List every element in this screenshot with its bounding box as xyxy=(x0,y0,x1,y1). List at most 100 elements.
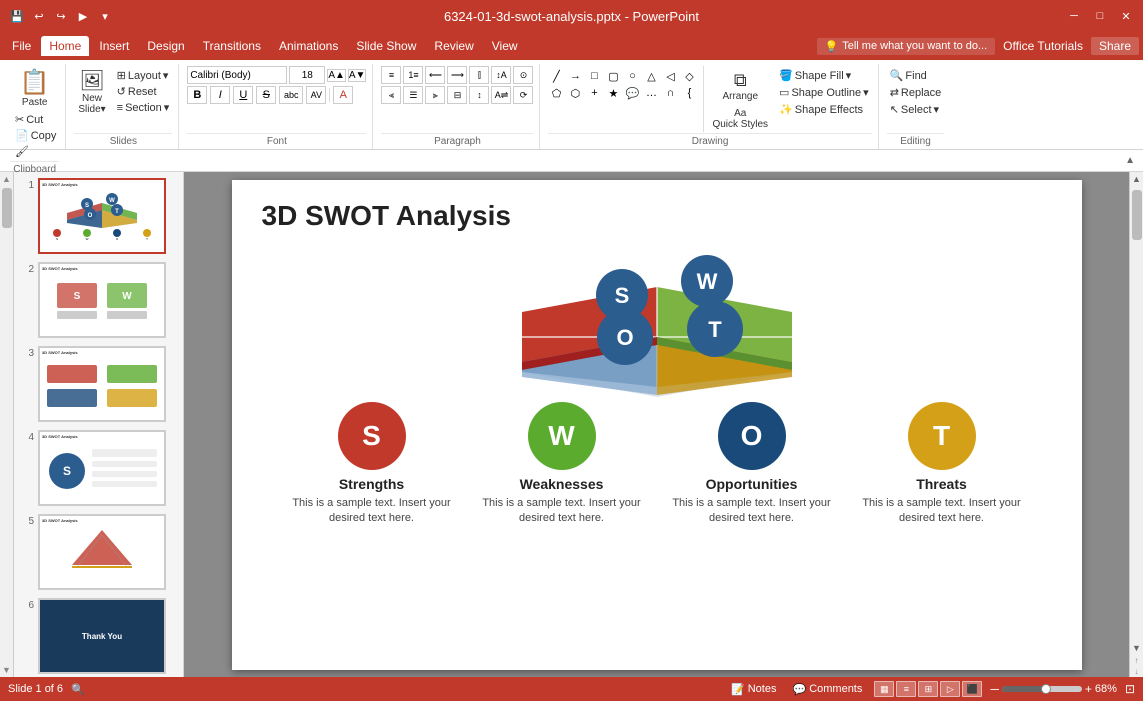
smart-art-btn[interactable]: ⊙ xyxy=(513,66,533,84)
justify-btn[interactable]: ⊟ xyxy=(447,86,467,104)
slide-thumb-6[interactable]: 6 Thank You xyxy=(18,596,179,676)
shape-fill-button[interactable]: 🪣 Shape Fill ▾ xyxy=(776,68,872,83)
slide-thumb-4[interactable]: 4 3D SWOT Analysis S xyxy=(18,428,179,508)
strikethrough-btn[interactable]: S xyxy=(256,86,276,104)
shape-pent[interactable]: ⬠ xyxy=(548,85,564,101)
office-tutorials-link[interactable]: Office Tutorials xyxy=(1003,39,1083,53)
replace-button[interactable]: ⇄ Replace xyxy=(887,85,945,100)
align-center-btn[interactable]: ☰ xyxy=(403,86,423,104)
menu-review[interactable]: Review xyxy=(426,36,481,56)
outline-view-btn[interactable]: ≡ xyxy=(896,681,916,697)
shape-rtriangle[interactable]: ◁ xyxy=(662,68,678,84)
normal-view-btn[interactable]: ▦ xyxy=(874,681,894,697)
maximize-btn[interactable]: □ xyxy=(1091,7,1109,25)
convert-btn[interactable]: ⟳ xyxy=(513,86,533,104)
find-button[interactable]: 🔍 Find xyxy=(887,68,945,83)
shape-line[interactable]: ╱ xyxy=(548,68,564,84)
shadow-btn[interactable]: abc xyxy=(279,86,303,104)
menu-design[interactable]: Design xyxy=(139,36,192,56)
col-layout-btn[interactable]: ⫿ xyxy=(469,66,489,84)
menu-transitions[interactable]: Transitions xyxy=(195,36,269,56)
shape-star[interactable]: ★ xyxy=(605,85,621,101)
shape-triangle[interactable]: △ xyxy=(643,68,659,84)
format-painter-button[interactable]: 🖌 xyxy=(12,144,59,159)
paste-button[interactable]: 📋 Paste xyxy=(16,66,54,110)
increase-font-btn[interactable]: A▲ xyxy=(327,69,346,82)
reset-button[interactable]: ↺ Reset xyxy=(114,84,173,99)
text-shadow-btn[interactable]: A⇌ xyxy=(491,86,511,104)
shape-hex[interactable]: ⬡ xyxy=(567,85,583,101)
menu-insert[interactable]: Insert xyxy=(91,36,137,56)
scroll-bottom-btn[interactable]: ↓ xyxy=(1134,666,1140,677)
zoom-slider[interactable] xyxy=(1002,686,1082,692)
dropdown-qat-btn[interactable]: ▾ xyxy=(96,7,114,25)
menu-animations[interactable]: Animations xyxy=(271,36,346,56)
zoom-in-btn[interactable]: + xyxy=(1085,682,1092,696)
slide-img-3[interactable]: 3D SWOT Analysis xyxy=(38,346,166,422)
notes-btn[interactable]: 📝 Notes xyxy=(727,682,780,697)
minimize-btn[interactable]: ─ xyxy=(1065,7,1083,25)
align-left-btn[interactable]: ⫷ xyxy=(381,86,401,104)
reading-view-btn[interactable]: ▷ xyxy=(940,681,960,697)
fit-window-btn[interactable]: ⊡ xyxy=(1125,682,1135,696)
outdent-btn[interactable]: ⟵ xyxy=(425,66,445,84)
bullet-list-btn[interactable]: ≡ xyxy=(381,66,401,84)
left-scroll[interactable]: ▲ ▼ xyxy=(0,172,14,677)
new-slide-button[interactable]: 🖼 New Slide▾ xyxy=(74,66,109,117)
slide-img-6[interactable]: Thank You xyxy=(38,598,166,674)
menu-view[interactable]: View xyxy=(484,36,526,56)
slide-thumb-2[interactable]: 2 3D SWOT Analysis S W xyxy=(18,260,179,340)
slide-thumb-5[interactable]: 5 3D SWOT Analysis xyxy=(18,512,179,592)
scroll-top-btn[interactable]: ↑ xyxy=(1134,655,1140,666)
menu-file[interactable]: File xyxy=(4,36,39,56)
zoom-level[interactable]: 68% xyxy=(1095,683,1117,695)
shape-rect[interactable]: □ xyxy=(586,68,602,84)
indent-btn[interactable]: ⟶ xyxy=(447,66,467,84)
present-qat-btn[interactable]: ▶ xyxy=(74,7,92,25)
slideshow-btn[interactable]: ⬛ xyxy=(962,681,982,697)
comments-btn[interactable]: 💬 Comments xyxy=(788,682,866,697)
close-btn[interactable]: ✕ xyxy=(1117,7,1135,25)
scroll-up-btn[interactable]: ▲ xyxy=(0,172,13,186)
shape-effects-button[interactable]: ✨ Shape Effects xyxy=(776,102,872,117)
tell-me-box[interactable]: 💡 Tell me what you want to do... xyxy=(817,38,996,55)
save-qat-btn[interactable]: 💾 xyxy=(8,7,26,25)
underline-btn[interactable]: U xyxy=(233,86,253,104)
right-scroll-down[interactable]: ▼ xyxy=(1130,641,1143,655)
shape-more[interactable]: … xyxy=(643,85,659,101)
layout-button[interactable]: ⊞ Layout ▾ xyxy=(114,68,173,83)
slide-img-2[interactable]: 3D SWOT Analysis S W xyxy=(38,262,166,338)
shape-callout[interactable]: 💬 xyxy=(624,85,640,101)
italic-btn[interactable]: I xyxy=(210,86,230,104)
line-spacing-btn[interactable]: ↕ xyxy=(469,86,489,104)
shape-oval[interactable]: ○ xyxy=(624,68,640,84)
shape-outline-button[interactable]: ▭ Shape Outline ▾ xyxy=(776,85,872,100)
slide-thumb-1[interactable]: 1 3D SWOT Analysis xyxy=(18,176,179,256)
section-button[interactable]: ≡ Section ▾ xyxy=(114,100,173,115)
shape-arrow[interactable]: → xyxy=(567,68,583,84)
shape-rounded-rect[interactable]: ▢ xyxy=(605,68,621,84)
font-name-input[interactable] xyxy=(187,66,287,84)
slide-thumb-3[interactable]: 3 3D SWOT Analysis xyxy=(18,344,179,424)
cut-button[interactable]: ✂ Cut xyxy=(12,112,59,127)
decrease-font-btn[interactable]: A▼ xyxy=(348,69,367,82)
select-button[interactable]: ↖ Select ▾ xyxy=(887,102,945,117)
shape-brace[interactable]: { xyxy=(681,85,697,101)
char-spacing-btn[interactable]: AV xyxy=(306,86,326,104)
arrange-button[interactable]: ⧉ Arrange xyxy=(708,68,772,104)
right-scroll-thumb[interactable] xyxy=(1132,190,1142,240)
scroll-thumb[interactable] xyxy=(2,188,12,228)
copy-button[interactable]: 📄 Copy xyxy=(12,128,59,143)
slide-sorter-btn[interactable]: ⊞ xyxy=(918,681,938,697)
tell-me-text[interactable]: Tell me what you want to do... xyxy=(842,40,987,52)
font-color-btn[interactable]: A xyxy=(333,86,353,104)
redo-qat-btn[interactable]: ↪ xyxy=(52,7,70,25)
undo-qat-btn[interactable]: ↩ xyxy=(30,7,48,25)
share-btn[interactable]: Share xyxy=(1091,37,1139,55)
shape-diamond[interactable]: ◇ xyxy=(681,68,697,84)
zoom-slider-thumb[interactable] xyxy=(1041,684,1051,694)
font-size-input[interactable] xyxy=(289,66,325,84)
slide-img-4[interactable]: 3D SWOT Analysis S xyxy=(38,430,166,506)
menu-slideshow[interactable]: Slide Show xyxy=(348,36,424,56)
accessibility-btn[interactable]: 🔍 xyxy=(71,683,85,696)
